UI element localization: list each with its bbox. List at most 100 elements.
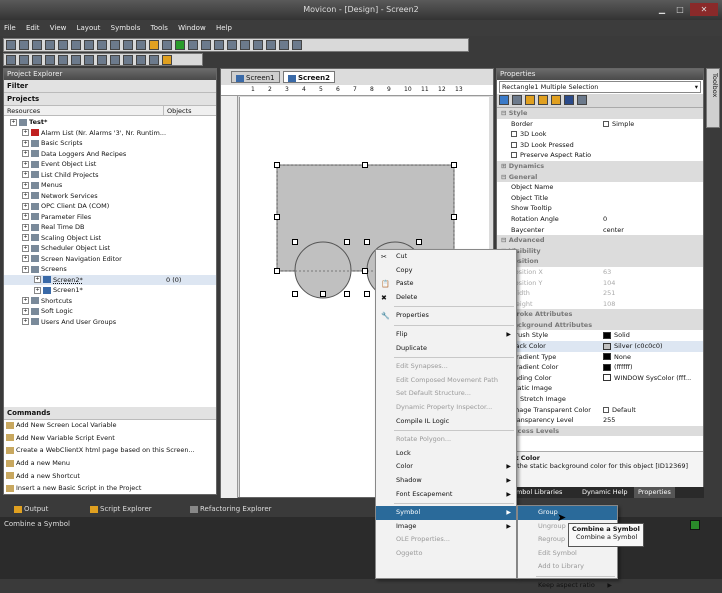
expand-icon[interactable]: + <box>34 286 41 294</box>
property-row[interactable]: Gradient Color (ffffff) <box>497 362 703 373</box>
expand-icon[interactable]: + <box>22 139 29 147</box>
menu-item[interactable]: Oggetto <box>376 547 516 561</box>
resize-handle[interactable] <box>364 239 370 245</box>
expand-icon[interactable]: + <box>22 265 29 273</box>
alphabetical-icon[interactable] <box>538 95 548 105</box>
property-row[interactable]: Back Color Silver (c0c0c0) <box>497 341 703 352</box>
color-swatch[interactable] <box>603 342 611 350</box>
gear-icon[interactable] <box>201 40 211 50</box>
tab-properties[interactable]: Properties <box>634 487 675 498</box>
property-row[interactable]: Preserve Aspect Ratio <box>497 150 703 161</box>
info-icon[interactable] <box>279 40 289 50</box>
tab-script-explorer[interactable]: Script Explorer <box>84 503 158 516</box>
menu-item[interactable]: Shadow ▶ <box>376 474 516 488</box>
same-width-icon[interactable] <box>84 55 94 65</box>
property-row[interactable]: Object Name <box>497 182 703 193</box>
expand-icon[interactable]: + <box>22 255 29 262</box>
expert-icon[interactable] <box>551 95 561 105</box>
property-category[interactable]: ⊟ Background Attributes <box>497 319 703 331</box>
menu-item[interactable]: Group <box>518 506 617 520</box>
menu-item[interactable]: ✖ Delete <box>376 291 516 305</box>
menu-item[interactable]: 📋 Paste <box>376 277 516 291</box>
menu-item[interactable]: Rotate Polygon... <box>376 433 516 447</box>
menu-item[interactable]: Compile IL Logic <box>376 415 516 429</box>
menu-layout[interactable]: Layout <box>73 20 105 36</box>
tree-item[interactable]: + Soft Logic <box>4 306 216 317</box>
resize-handle[interactable] <box>274 214 280 220</box>
menu-item[interactable]: 🔧 Properties <box>376 309 516 323</box>
property-row[interactable]: Stretch Image <box>497 394 703 405</box>
property-category[interactable]: ⊟ Visibility <box>497 245 703 257</box>
menu-view[interactable]: View <box>46 20 71 36</box>
menu-item[interactable]: Lock <box>376 447 516 461</box>
tree-item[interactable]: + Parameter Files <box>4 212 216 223</box>
expand-icon[interactable]: + <box>22 307 29 315</box>
property-row[interactable]: Show Tooltip <box>497 203 703 214</box>
property-category[interactable]: ⊟ Stroke Attributes <box>497 309 703 320</box>
resize-handle[interactable] <box>451 214 457 220</box>
run-icon[interactable] <box>175 40 185 50</box>
undo-icon[interactable] <box>110 40 120 50</box>
expand-icon[interactable]: + <box>22 297 29 304</box>
ungroup-icon[interactable] <box>149 55 159 65</box>
tab-dynamic-help[interactable]: Dynamic Help <box>578 487 632 498</box>
tree-item[interactable]: + Users And User Groups <box>4 317 216 328</box>
tree-item[interactable]: + Test* <box>4 117 216 128</box>
resize-handle[interactable] <box>416 239 422 245</box>
property-row[interactable]: Rotation Angle 0 <box>497 214 703 225</box>
menu-item[interactable]: Add to Library <box>518 560 617 574</box>
maximize-button[interactable]: □ <box>672 3 688 16</box>
debug-icon[interactable] <box>188 40 198 50</box>
resize-handle[interactable] <box>274 268 280 274</box>
menu-item[interactable]: Edit Symbol <box>518 547 617 561</box>
tree-item[interactable]: + Real Time DB <box>4 222 216 233</box>
toolbox-tab[interactable]: Toolbox <box>706 68 720 128</box>
select-mode-icon[interactable] <box>162 55 172 65</box>
expand-icon[interactable]: + <box>22 223 29 231</box>
resize-handle[interactable] <box>344 291 350 297</box>
group-icon[interactable] <box>136 55 146 65</box>
zoom-icon[interactable] <box>253 40 263 50</box>
paste-icon[interactable] <box>97 40 107 50</box>
color-swatch[interactable] <box>603 374 611 382</box>
command-item[interactable]: Add New Variable Script Event <box>4 432 216 445</box>
align-top-icon[interactable] <box>45 55 55 65</box>
expand-icon[interactable]: + <box>22 213 29 220</box>
undo-icon[interactable] <box>512 95 522 105</box>
menu-item[interactable]: Dynamic Property Inspector... <box>376 401 516 415</box>
property-row[interactable]: 3D Look <box>497 129 703 140</box>
tree-item[interactable]: + Menus <box>4 180 216 191</box>
close-button[interactable]: ✕ <box>690 3 718 16</box>
expand-icon[interactable]: + <box>10 118 17 126</box>
resize-handle[interactable] <box>344 239 350 245</box>
color-swatch[interactable] <box>603 353 611 361</box>
align-icon[interactable] <box>240 40 250 50</box>
menu-edit[interactable]: Edit <box>22 20 44 36</box>
cut-icon[interactable] <box>71 40 81 50</box>
filter-section[interactable]: Filter <box>4 80 216 93</box>
redo-icon[interactable] <box>123 40 133 50</box>
command-item[interactable]: Add New Screen Local Variable <box>4 419 216 432</box>
property-row[interactable]: Image Transparent Color Default <box>497 405 703 416</box>
checkmark-icon[interactable] <box>499 95 509 105</box>
command-item[interactable]: Add a new Shortcut <box>4 470 216 483</box>
resize-handle[interactable] <box>364 291 370 297</box>
expand-icon[interactable]: ⊟ <box>497 173 509 181</box>
resize-handle[interactable] <box>292 291 298 297</box>
resize-handle[interactable] <box>274 162 280 168</box>
menu-item[interactable]: Flip ▶ <box>376 328 516 342</box>
color-swatch[interactable] <box>603 363 611 371</box>
property-category[interactable]: ⊟ General <box>497 171 703 183</box>
align-bottom-icon[interactable] <box>71 55 81 65</box>
save-icon[interactable] <box>32 40 42 50</box>
checkbox[interactable] <box>603 120 609 127</box>
space-icon[interactable] <box>110 55 120 65</box>
order-icon[interactable] <box>123 55 133 65</box>
align-right-icon[interactable] <box>32 55 42 65</box>
menu-item[interactable]: Symbol ▶ <box>376 506 516 520</box>
property-category[interactable]: ⊟ Access Levels <box>497 425 703 437</box>
help-icon[interactable] <box>292 40 302 50</box>
checkbox[interactable] <box>511 131 517 138</box>
tree-item[interactable]: + Screen Navigation Editor <box>4 254 216 265</box>
find-icon[interactable] <box>136 40 146 50</box>
